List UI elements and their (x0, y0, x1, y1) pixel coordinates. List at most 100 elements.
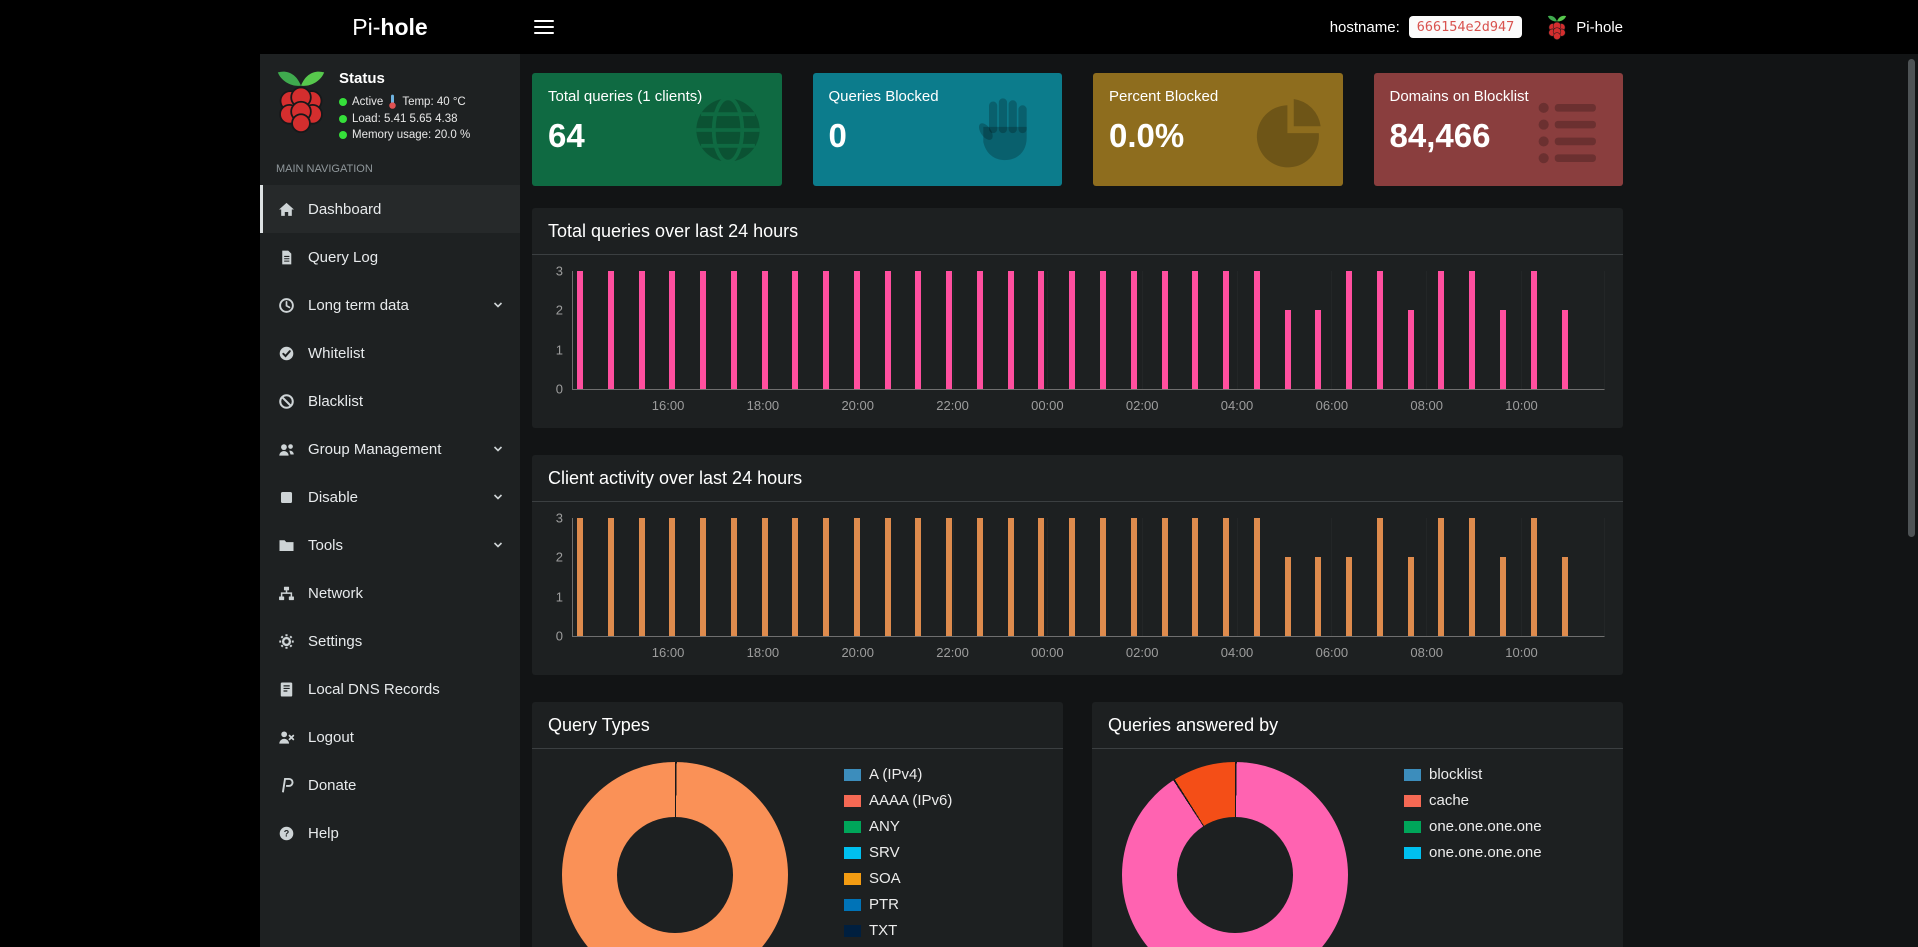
clients-bar-chart[interactable]: 3210 16:0018:0020:0022:0000:0002:0004:00… (544, 518, 1605, 664)
legend-label: AAAA (IPv6) (869, 792, 952, 809)
sidebar-item-group-management[interactable]: Group Management (260, 425, 520, 473)
sidebar-item-blacklist[interactable]: Blacklist (260, 377, 520, 425)
x-tick-label: 10:00 (1505, 645, 1538, 660)
bar (1008, 518, 1014, 636)
sidebar-item-donate[interactable]: Donate (260, 761, 520, 809)
bar (1254, 518, 1260, 636)
status-load-text: Load: 5.41 5.65 4.38 (352, 113, 458, 125)
queries-answered-by-donut-chart[interactable] (1122, 762, 1348, 947)
sidebar-item-tools[interactable]: Tools (260, 521, 520, 569)
hand-stop-icon (970, 92, 1046, 168)
sidebar-item-local-dns-records[interactable]: Local DNS Records (260, 665, 520, 713)
bar (1254, 271, 1260, 389)
status-text: Status Active Temp: 40 °C Load: 5.41 5.6… (339, 67, 470, 145)
summary-card-queries-blocked[interactable]: Queries Blocked 0 (813, 73, 1063, 186)
x-tick-label: 06:00 (1316, 645, 1349, 660)
sidebar-item-label: Blacklist (308, 393, 363, 410)
brand-name[interactable]: Pi-hole (1576, 19, 1623, 36)
address-book-icon (278, 681, 295, 698)
bar (1131, 271, 1137, 389)
x-tick-label: 02:00 (1126, 398, 1159, 413)
x-tick-label: 22:00 (936, 645, 969, 660)
summary-card-total-queries[interactable]: Total queries (1 clients) 64 (532, 73, 782, 186)
summary-card-percent-blocked[interactable]: Percent Blocked 0.0% (1093, 73, 1343, 186)
bar (1531, 518, 1537, 636)
legend-label: one.one.one.one (1429, 818, 1542, 835)
legend-item[interactable]: SRV (844, 844, 952, 861)
y-axis: 3210 (548, 271, 572, 389)
legend-item[interactable]: TXT (844, 922, 952, 939)
legend-item[interactable]: A (IPv4) (844, 766, 952, 783)
status-title: Status (339, 70, 470, 87)
legend-item[interactable]: PTR (844, 896, 952, 913)
legend-swatch (1404, 769, 1421, 781)
queries-bar-chart[interactable]: 3210 16:0018:0020:0022:0000:0002:0004:00… (544, 271, 1605, 417)
status-ok-dot (339, 131, 347, 139)
topbar-right: hostname: 666154e2d947 Pi-hole (1330, 0, 1623, 54)
sidebar-item-label: Disable (308, 489, 358, 506)
x-tick-label: 16:00 (652, 645, 685, 660)
sidebar-item-network[interactable]: Network (260, 569, 520, 617)
gear-icon (278, 633, 295, 650)
y-axis: 3210 (548, 518, 572, 636)
legend-item[interactable]: cache (1404, 792, 1542, 809)
x-tick-label: 20:00 (841, 645, 874, 660)
sidebar-item-query-log[interactable]: Query Log (260, 233, 520, 281)
hostname-label: hostname: (1330, 19, 1400, 36)
legend-item[interactable]: one.one.one.one (1404, 818, 1542, 835)
bar (1562, 557, 1568, 636)
legend-label: one.one.one.one (1429, 844, 1542, 861)
legend-item[interactable]: SOA (844, 870, 952, 887)
sidebar-item-logout[interactable]: Logout (260, 713, 520, 761)
legend-swatch (844, 795, 861, 807)
bar (946, 518, 952, 636)
x-tick-label: 02:00 (1126, 645, 1159, 660)
bar (1315, 310, 1321, 389)
query-types-donut-chart[interactable] (562, 762, 788, 947)
user-times-icon (278, 729, 295, 746)
bar (1346, 557, 1352, 636)
legend-swatch (1404, 795, 1421, 807)
bar (885, 271, 891, 389)
scrollbar-thumb[interactable] (1908, 59, 1915, 537)
sidebar-toggle-button[interactable] (534, 20, 554, 38)
sidebar-item-long-term-data[interactable]: Long term data (260, 281, 520, 329)
sidebar-item-dashboard[interactable]: Dashboard (260, 185, 520, 233)
legend-swatch (844, 847, 861, 859)
y-tick-label: 3 (556, 264, 563, 279)
x-tick-label: 20:00 (841, 398, 874, 413)
sidebar-item-whitelist[interactable]: Whitelist (260, 329, 520, 377)
bar (1131, 518, 1137, 636)
summary-card-domains-on-blocklist[interactable]: Domains on Blocklist 84,466 (1374, 73, 1624, 186)
bar (792, 518, 798, 636)
brand-logo[interactable]: Pi-hole (260, 0, 520, 54)
legend-label: blocklist (1429, 766, 1482, 783)
legend-item[interactable]: one.one.one.one (1404, 844, 1542, 861)
bar (731, 518, 737, 636)
legend-swatch (844, 873, 861, 885)
x-tick-label: 18:00 (747, 645, 780, 660)
legend-item[interactable]: AAAA (IPv6) (844, 792, 952, 809)
x-tick-label: 16:00 (652, 398, 685, 413)
bar (1223, 518, 1229, 636)
x-tick-label: 18:00 (747, 398, 780, 413)
sidebar-item-disable[interactable]: Disable (260, 473, 520, 521)
bar (1438, 271, 1444, 389)
hamburger-icon (534, 20, 554, 22)
bar (977, 518, 983, 636)
brand-logo-bold: hole (380, 14, 427, 40)
bar-series (577, 271, 1568, 389)
legend-label: cache (1429, 792, 1469, 809)
status-memory-text: Memory usage: 20.0 % (352, 129, 470, 141)
panel-title: Queries answered by (1092, 702, 1623, 749)
list-icon (1531, 92, 1607, 168)
bar (946, 271, 952, 389)
globe-icon (690, 92, 766, 168)
sidebar-item-help[interactable]: ? Help (260, 809, 520, 857)
legend-item[interactable]: blocklist (1404, 766, 1542, 783)
legend-item[interactable]: ANY (844, 818, 952, 835)
sidebar-item-settings[interactable]: Settings (260, 617, 520, 665)
bar (639, 518, 645, 636)
bar (792, 271, 798, 389)
main-content: Total queries (1 clients) 64 Queries Blo… (520, 54, 1918, 947)
